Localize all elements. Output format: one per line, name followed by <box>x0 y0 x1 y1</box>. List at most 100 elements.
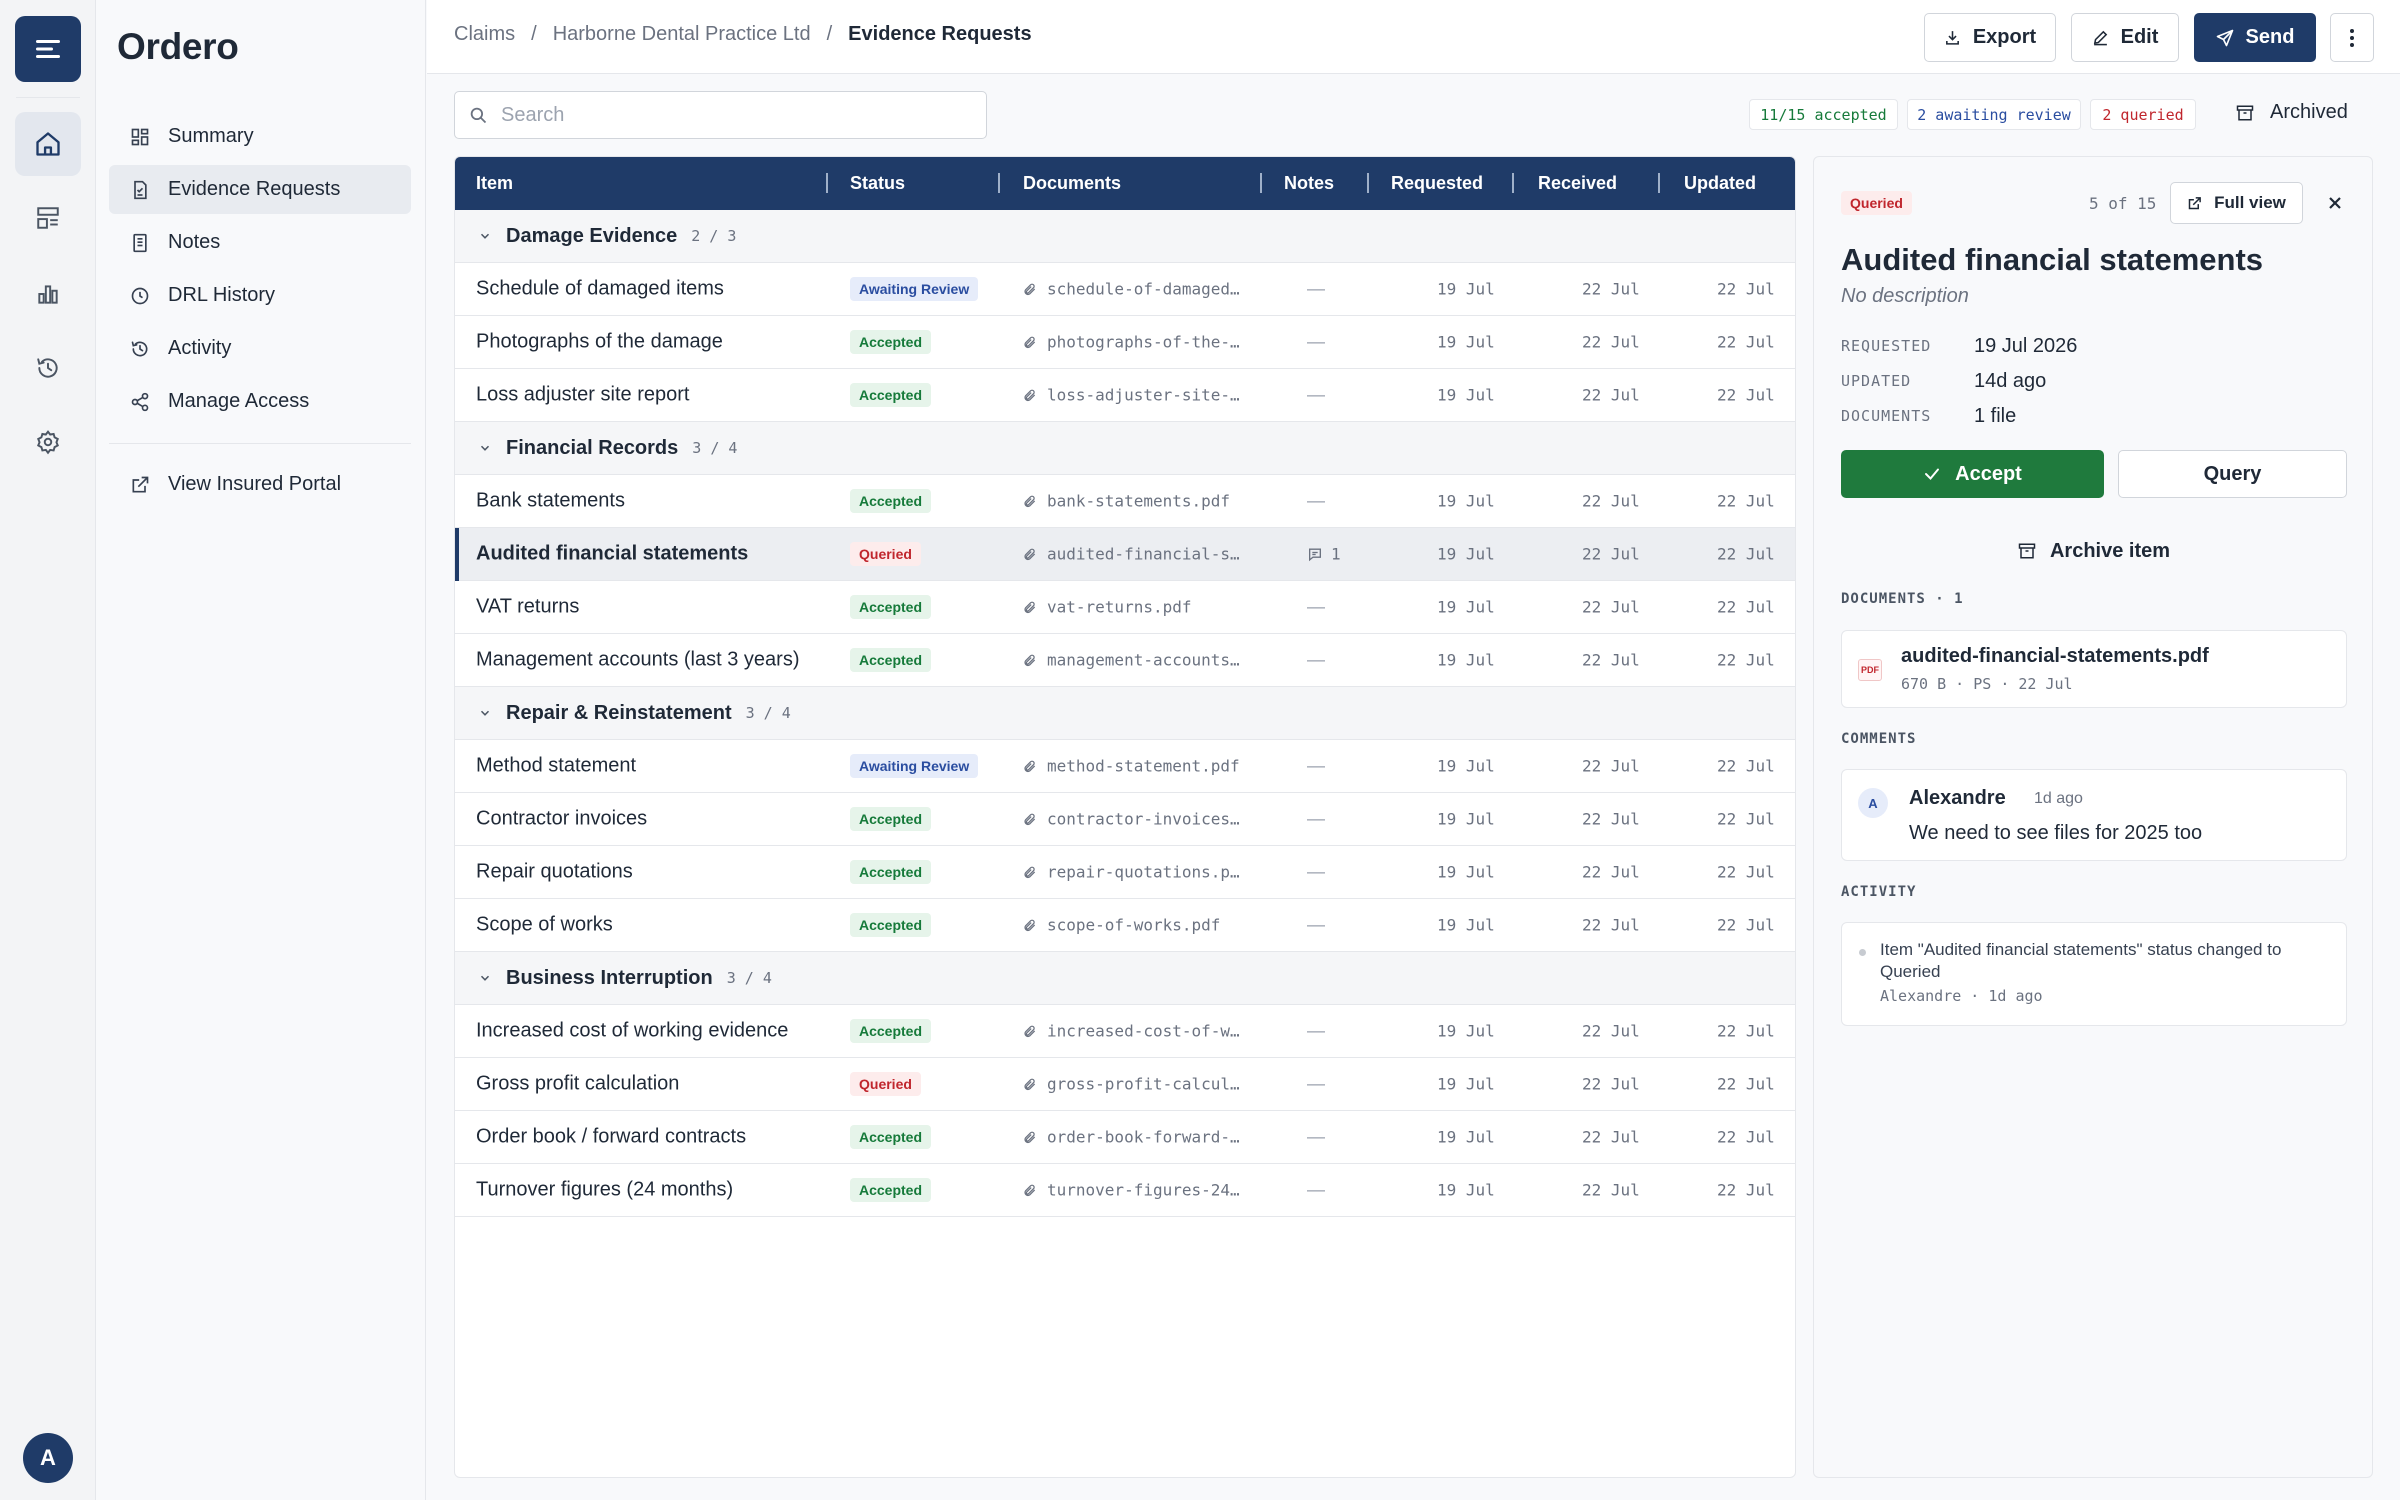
detail-position: 5 of 15 <box>2089 194 2157 213</box>
document-link[interactable]: bank-statements.pdf <box>1023 492 1230 511</box>
breadcrumb-claims[interactable]: Claims <box>454 23 515 46</box>
menu-logo-button[interactable] <box>15 16 81 82</box>
document-link[interactable]: repair-quotations.pdf <box>1023 863 1241 882</box>
column-resize-handle[interactable] <box>1512 173 1514 193</box>
column-resize-handle[interactable] <box>998 173 1000 193</box>
notes-cell: — <box>1307 279 1325 300</box>
table-row[interactable]: Contractor invoices Accepted contractor-in… <box>455 793 1795 846</box>
column-header-documents[interactable]: Documents <box>1023 173 1121 194</box>
column-header-received[interactable]: Received <box>1538 173 1617 194</box>
table-row[interactable]: Management accounts (last 3 years) Accept… <box>455 634 1795 687</box>
sidebar-item-notes[interactable]: Notes <box>109 218 411 267</box>
column-resize-handle[interactable] <box>1260 173 1262 193</box>
document-link[interactable]: method-statement.pdf <box>1023 757 1240 776</box>
rail-home-button[interactable] <box>15 112 81 176</box>
search-field[interactable] <box>454 91 987 139</box>
document-link[interactable]: loss-adjuster-site-report.pdf <box>1023 386 1241 405</box>
table-row[interactable]: Repair quotations Accepted repair-quotatio… <box>455 846 1795 899</box>
group-header[interactable]: Financial Records 3 / 4 <box>455 422 1795 475</box>
paperclip-icon <box>1024 760 1036 772</box>
table-row[interactable]: Turnover figures (24 months) Accepted turn… <box>455 1164 1795 1217</box>
awaiting-review-pill[interactable]: 2 awaiting review <box>1907 99 2081 130</box>
accepted-count-pill[interactable]: 11/15 accepted <box>1749 99 1898 130</box>
document-link[interactable]: gross-profit-calculation.pdf <box>1023 1075 1241 1094</box>
table-row[interactable]: Schedule of damaged items Awaiting Review… <box>455 263 1795 316</box>
column-resize-handle[interactable] <box>826 173 828 193</box>
column-header-item[interactable]: Item <box>476 173 513 194</box>
group-header[interactable]: Repair & Reinstatement 3 / 4 <box>455 687 1795 740</box>
accept-button[interactable]: Accept <box>1841 450 2104 498</box>
table-row[interactable]: Increased cost of working evidence Accept… <box>455 1005 1795 1058</box>
column-header-updated[interactable]: Updated <box>1684 173 1756 194</box>
document-link[interactable]: order-book-forward-contracts.pdf <box>1023 1128 1241 1147</box>
table-row[interactable]: Bank statements Accepted bank-statements.p… <box>455 475 1795 528</box>
rail-analytics-button[interactable] <box>15 262 81 326</box>
queried-count-pill[interactable]: 2 queried <box>2090 99 2196 130</box>
table-row[interactable]: Order book / forward contracts Accepted or… <box>455 1111 1795 1164</box>
sidebar-item-label: Evidence Requests <box>168 178 341 200</box>
document-name[interactable]: audited-financial-statements.pdf <box>1901 645 2209 668</box>
more-options-button[interactable] <box>2330 13 2374 62</box>
export-button[interactable]: Export <box>1924 13 2056 62</box>
document-link[interactable]: turnover-figures-24-months.pdf <box>1023 1181 1241 1200</box>
column-resize-handle[interactable] <box>1658 173 1660 193</box>
rail-history-button[interactable] <box>15 336 81 400</box>
user-avatar[interactable]: A <box>23 1433 73 1483</box>
document-link[interactable]: contractor-invoices.pdf <box>1023 810 1241 829</box>
column-header-requested[interactable]: Requested <box>1391 173 1483 194</box>
layout-icon <box>37 207 59 229</box>
paperclip-icon <box>1024 283 1036 295</box>
group-header[interactable]: Damage Evidence 2 / 3 <box>455 210 1795 263</box>
send-button[interactable]: Send <box>2194 13 2316 62</box>
rail-layout-button[interactable] <box>15 186 81 250</box>
document-link[interactable]: photographs-of-the-damage.pdf <box>1023 333 1241 352</box>
item-name: Method statement <box>476 754 637 777</box>
table-row[interactable]: Gross profit calculation Queried gross-pro… <box>455 1058 1795 1111</box>
search-input[interactable] <box>501 103 961 127</box>
close-panel-button[interactable] <box>2319 187 2351 219</box>
detail-title: Audited financial statements <box>1841 242 2264 277</box>
sidebar-item-summary[interactable]: Summary <box>109 112 411 161</box>
sidebar-item-evidence-requests[interactable]: Evidence Requests <box>109 165 411 214</box>
breadcrumb-client[interactable]: Harborne Dental Practice Ltd <box>553 23 811 46</box>
table-row[interactable]: Scope of works Accepted scope-of-works.pdf… <box>455 899 1795 952</box>
document-link[interactable]: vat-returns.pdf <box>1023 598 1192 617</box>
rail-settings-button[interactable] <box>15 410 81 474</box>
table-row[interactable]: Loss adjuster site report Accepted loss-ad… <box>455 369 1795 422</box>
notes-cell[interactable]: 1 <box>1307 545 1341 564</box>
bar-chart-icon <box>38 285 58 304</box>
group-header[interactable]: Business Interruption 3 / 4 <box>455 952 1795 1005</box>
document-card[interactable]: PDF audited-financial-statements.pdf 670… <box>1841 630 2347 708</box>
comment-icon <box>1309 548 1321 561</box>
document-link[interactable]: scope-of-works.pdf <box>1023 916 1220 935</box>
table-row[interactable]: Method statement Awaiting Review method-st… <box>455 740 1795 793</box>
checklist-icon <box>134 180 147 199</box>
column-resize-handle[interactable] <box>1367 173 1369 193</box>
document-link[interactable]: increased-cost-of-working.pdf <box>1023 1022 1241 1041</box>
document-link[interactable]: audited-financial-statements.pdf <box>1023 545 1241 564</box>
query-button[interactable]: Query <box>2118 450 2347 498</box>
full-view-button[interactable]: Full view <box>2170 182 2303 224</box>
updated-date: 22 Jul <box>1717 1180 1775 1200</box>
table-row[interactable]: VAT returns Accepted vat-returns.pdf — 19 Ju… <box>455 581 1795 634</box>
document-link[interactable]: management-accounts.pdf <box>1023 651 1241 670</box>
breadcrumb-current: Evidence Requests <box>848 23 1032 45</box>
sidebar-item-manage-access[interactable]: Manage Access <box>109 377 411 426</box>
detail-status-badge: Queried <box>1841 191 1912 215</box>
updated-date: 22 Jul <box>1717 650 1775 670</box>
sidebar-item-drl-history[interactable]: DRL History <box>109 271 411 320</box>
page-header: Claims / Harborne Dental Practice Ltd / … <box>427 0 2400 74</box>
table-row[interactable]: Photographs of the damage Accepted photogr… <box>455 316 1795 369</box>
chevron-down-icon <box>480 975 490 981</box>
table-row[interactable]: Audited financial statements Queried audit… <box>455 528 1795 581</box>
archived-toggle[interactable]: Archived <box>2236 101 2348 124</box>
archive-item-button[interactable]: Archive item <box>1841 531 2347 571</box>
document-link[interactable]: schedule-of-damaged-items.pdf <box>1023 280 1241 299</box>
view-insured-portal-link[interactable]: View Insured Portal <box>109 460 411 509</box>
paperclip-icon <box>1024 1078 1036 1090</box>
column-header-notes[interactable]: Notes <box>1284 173 1334 194</box>
column-header-status[interactable]: Status <box>850 173 905 194</box>
sidebar-item-activity[interactable]: Activity <box>109 324 411 373</box>
updated-date: 22 Jul <box>1717 915 1775 935</box>
edit-button[interactable]: Edit <box>2071 13 2179 62</box>
